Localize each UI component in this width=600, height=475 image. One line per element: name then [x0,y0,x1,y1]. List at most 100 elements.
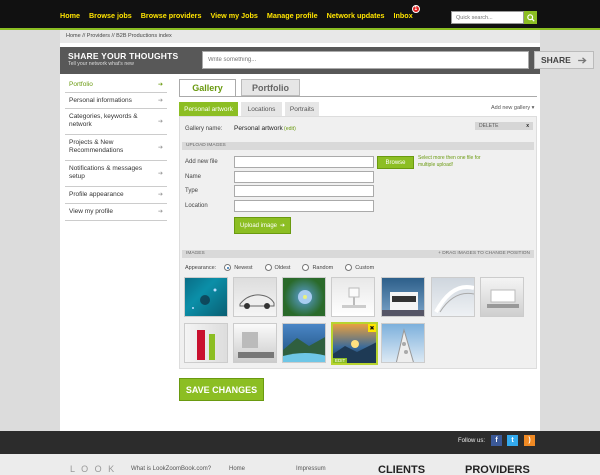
rss-icon[interactable]: ) [524,435,535,446]
close-icon[interactable]: ✖ [368,324,376,332]
footer-providers-heading: PROVIDERS [465,464,530,475]
tab-gallery[interactable]: Gallery [179,79,236,96]
footer-link-what[interactable]: What is LookZoomBook.com? [131,466,211,472]
gallery-thumb[interactable] [381,277,425,317]
quick-search-input[interactable] [451,11,524,24]
share-title: SHARE YOUR THOUGHTS [68,51,179,61]
arrow-right-icon: ➔ [157,209,163,215]
radio-label: Custom [355,264,375,271]
nav-browse-jobs[interactable]: Browse jobs [89,11,132,20]
nav-browse-providers[interactable]: Browse providers [141,11,202,20]
images-section-title: IMAGES [186,251,205,256]
sidebar-item-label: Categories, keywords & network [69,113,138,128]
car-image [239,294,275,309]
sidebar-item-label: Notifications & messages setup [69,165,142,180]
profile-sidebar: Portfolio ➔ Personal informations ➔ Catego… [65,77,167,221]
gallery-thumb[interactable] [480,277,524,317]
gallery-thumb[interactable] [381,323,425,363]
delete-gallery-button[interactable]: DELETE x [475,122,533,130]
radio-custom[interactable]: Custom [345,264,374,271]
sidebar-item-label: View my profile [69,208,113,215]
follow-label: Follow us: [458,438,486,444]
facebook-icon[interactable]: f [491,435,502,446]
appearance-options: Appearance: Newest Oldest Random Custom [185,264,374,271]
nav-home[interactable]: Home [60,11,80,20]
gallery-name-value: Personal artwork [234,125,283,132]
sidebar-item-label: Personal informations [69,97,132,104]
name-field[interactable] [234,171,374,183]
footer-logo[interactable]: L O O K [70,464,116,474]
gallery-thumb[interactable] [233,323,277,363]
share-input[interactable] [202,51,529,69]
footer-link-home[interactable]: Home [229,466,245,472]
sidebar-item-view-profile[interactable]: View my profile ➔ [65,204,167,221]
upload-image-button[interactable]: Upload image ➔ [234,217,291,234]
sidebar-item-label: Profile appearance [69,191,124,198]
gallery-name-edit-link[interactable]: (edit) [284,126,296,132]
nav-manage-profile[interactable]: Manage profile [267,11,318,20]
type-field[interactable] [234,185,374,197]
edit-image-button[interactable]: EDIT [333,358,348,363]
tab-portfolio[interactable]: Portfolio [241,79,300,96]
gallery-thumb[interactable] [282,277,326,317]
sidebar-item-label: Projects & New Recommendations [69,139,124,154]
gallery-thumb-selected[interactable]: ✖ EDIT [331,322,378,365]
upload-section-title: UPLOAD IMAGES [186,143,226,148]
sidebar-item-categories[interactable]: Categories, keywords & network ➔ [65,109,167,135]
chevron-down-icon: ▾ [531,105,535,111]
file-field[interactable] [234,156,374,168]
gallery-thumb[interactable] [184,277,228,317]
nav-inbox[interactable]: Inbox 1 [393,4,420,20]
sidebar-item-projects[interactable]: Projects & New Recommendations ➔ [65,135,167,161]
location-field[interactable] [234,200,374,212]
radio-newest[interactable]: Newest [224,264,253,271]
save-changes-button[interactable]: SAVE CHANGES [179,378,264,401]
inbox-badge: 1 [411,4,420,13]
sidebar-item-personal-informations[interactable]: Personal informations ➔ [65,93,167,109]
gallery-thumb[interactable] [331,277,375,317]
radio-oldest[interactable]: Oldest [264,264,290,271]
arrow-right-icon: ➔ [279,223,285,229]
radio-dot [345,264,353,271]
arrow-right-icon: ➔ [157,81,163,88]
nav-view-my-jobs[interactable]: View my Jobs [210,11,257,20]
sidebar-item-portfolio[interactable]: Portfolio ➔ [65,77,167,93]
location-label: Location [185,203,208,209]
images-section-header: IMAGES + DRAG IMAGES TO CHANGE POSITION [182,250,534,258]
sidebar-item-profile-appearance[interactable]: Profile appearance ➔ [65,187,167,204]
type-label: Type [185,188,199,194]
radio-dot [302,264,310,271]
add-gallery-link[interactable]: Add new gallery ▾ [491,105,534,111]
share-bar: SHARE YOUR THOUGHTS Tell your network wh… [60,47,594,74]
arrow-right-icon: ➔ [157,118,163,125]
nav-network-updates[interactable]: Network updates [327,11,385,20]
breadcrumb[interactable]: Home // Providers // B2B Productions ind… [60,30,540,43]
subtab-portraits[interactable]: Portraits [285,102,319,116]
subtab-locations[interactable]: Locations [241,102,282,116]
gallery-thumb[interactable] [431,277,475,317]
nav-inbox-label: Inbox [393,10,413,20]
twitter-icon[interactable]: t [507,435,518,446]
delete-label: DELETE [479,123,499,129]
search-button[interactable] [524,11,537,24]
search-icon [526,13,535,22]
gallery-thumb[interactable] [233,277,277,317]
building-image [382,292,424,316]
architecture-image [434,285,474,313]
footer-link-impressum[interactable]: Impressum [296,466,326,472]
arrow-right-icon [578,56,587,64]
flower-image [298,290,312,304]
upload-hint: Select more then one file for multiple u… [418,155,481,168]
gallery-thumb[interactable] [184,323,228,363]
share-button[interactable]: SHARE [534,51,594,69]
gallery-thumb[interactable] [282,323,326,363]
arrow-right-icon: ➔ [157,192,163,198]
subtab-personal-artwork[interactable]: Personal artwork [179,102,238,116]
underwater-image [192,288,217,309]
browse-button[interactable]: Browse [377,156,414,169]
file-label: Add new file [185,159,218,165]
tab-divider [179,96,537,97]
sidebar-item-notifications[interactable]: Notifications & messages setup ➔ [65,161,167,187]
radio-dot [224,264,232,271]
radio-random[interactable]: Random [302,264,333,271]
